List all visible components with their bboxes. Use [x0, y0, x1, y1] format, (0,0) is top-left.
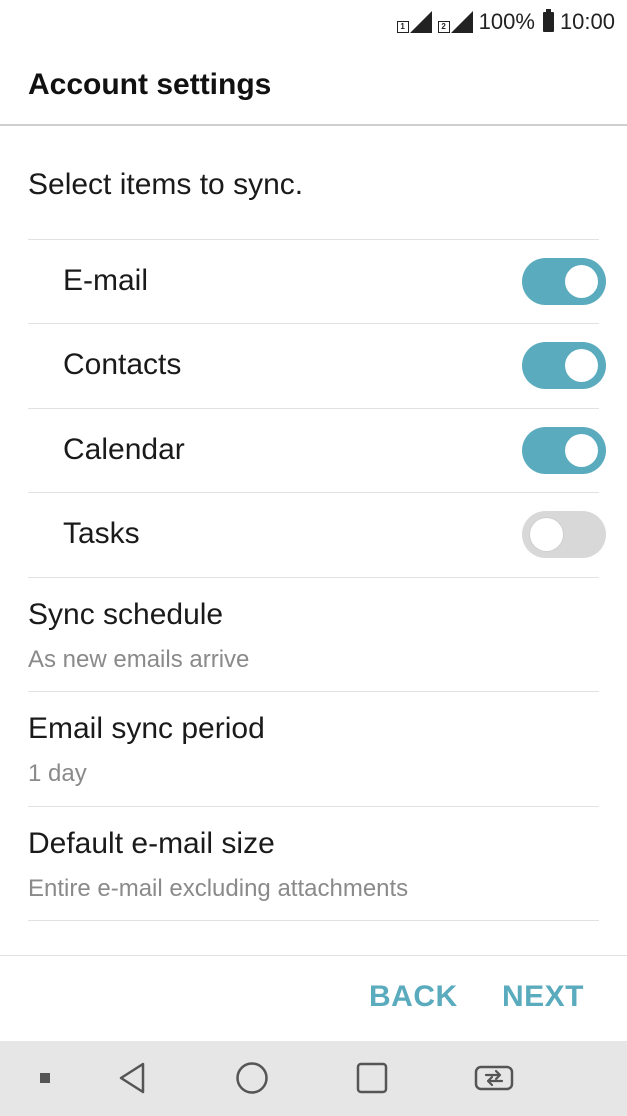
- sync-item-email[interactable]: E-mail: [28, 240, 606, 324]
- status-icons: 1 2 100% 10:00: [396, 8, 615, 36]
- page-title: Account settings: [28, 68, 272, 101]
- pref-value: 1 day: [28, 760, 87, 787]
- sync-item-label: Tasks: [63, 517, 140, 550]
- pref-value: As new emails arrive: [28, 646, 250, 673]
- contacts-sync-toggle[interactable]: [522, 342, 606, 389]
- sim2-badge: 2: [437, 21, 450, 33]
- calendar-sync-toggle[interactable]: [522, 427, 606, 474]
- pref-value: Entire e-mail excluding attachments: [28, 875, 409, 902]
- sync-section-label: Select items to sync.: [28, 168, 304, 201]
- status-bar: 1 2 100% 10:00: [0, 0, 627, 44]
- sim1-signal-icon: 1: [396, 11, 432, 33]
- pref-email-sync-period[interactable]: Email sync period 1 day: [28, 692, 599, 806]
- system-nav-bar: [0, 1041, 627, 1116]
- sim2-signal-icon: 2: [437, 11, 473, 33]
- clock: 10:00: [559, 9, 615, 34]
- pref-title: Default e-mail size: [28, 827, 275, 860]
- pref-title: Email sync period: [28, 712, 265, 745]
- pref-sync-schedule[interactable]: Sync schedule As new emails arrive: [28, 578, 599, 692]
- next-button[interactable]: NEXT: [502, 980, 584, 1014]
- sync-item-tasks[interactable]: Tasks: [28, 493, 606, 577]
- divider: [28, 920, 599, 921]
- recents-icon[interactable]: [354, 1060, 390, 1096]
- app-bar: Account settings: [0, 44, 627, 126]
- sim1-badge: 1: [396, 21, 409, 33]
- email-sync-toggle[interactable]: [522, 258, 606, 305]
- battery-percent: 100%: [478, 9, 535, 34]
- home-icon[interactable]: [234, 1060, 270, 1096]
- sync-item-calendar[interactable]: Calendar: [28, 409, 606, 493]
- battery-icon: [542, 9, 554, 32]
- sync-item-contacts[interactable]: Contacts: [28, 324, 606, 408]
- button-bar: BACK NEXT: [0, 955, 627, 1041]
- toggle-knob: [565, 349, 598, 382]
- back-icon[interactable]: [114, 1060, 150, 1096]
- pref-default-email-size[interactable]: Default e-mail size Entire e-mail exclud…: [28, 807, 599, 921]
- pref-title: Sync schedule: [28, 598, 224, 631]
- toggle-knob: [565, 265, 598, 298]
- toggle-knob: [565, 434, 598, 467]
- sync-item-label: Calendar: [63, 433, 185, 466]
- dual-window-icon[interactable]: [474, 1060, 514, 1096]
- toggle-knob: [530, 518, 563, 551]
- sync-item-label: E-mail: [63, 264, 149, 297]
- sync-item-label: Contacts: [63, 348, 182, 381]
- tasks-sync-toggle[interactable]: [522, 511, 606, 558]
- small-square-icon[interactable]: [30, 1060, 60, 1096]
- back-button[interactable]: BACK: [369, 980, 458, 1014]
